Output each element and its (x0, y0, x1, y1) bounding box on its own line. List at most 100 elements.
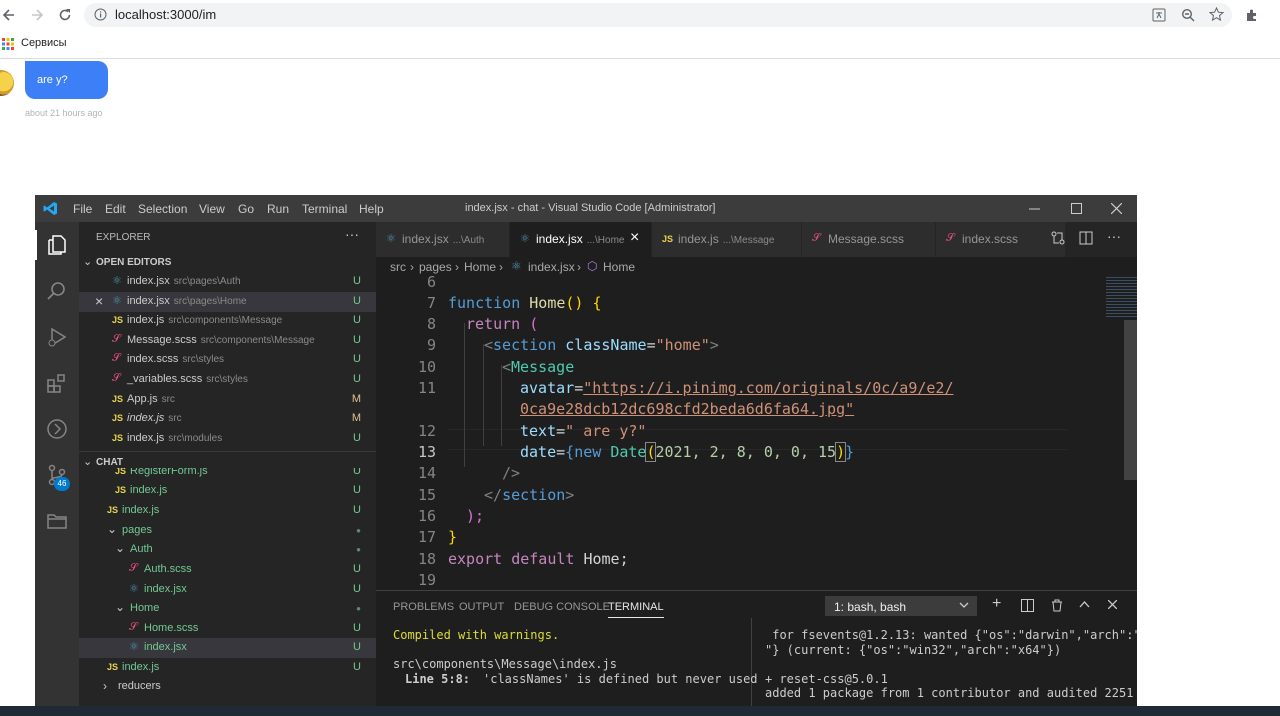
file-name: _variables.scss (127, 373, 203, 385)
breadcrumb-home[interactable]: Home (464, 260, 496, 274)
split-editor-icon[interactable] (1079, 231, 1093, 245)
git-status-badge: U (353, 294, 361, 307)
terminal-line: 'classNames' is defined but never used (483, 672, 758, 686)
breadcrumb-symbol[interactable]: Home (603, 260, 635, 274)
translate-icon[interactable] (1152, 8, 1166, 22)
address-bar[interactable]: localhost:3000/im (84, 3, 1232, 27)
vscode-window: File Edit Selection View Go Run Terminal… (35, 195, 1137, 716)
git-status-badge: U (353, 353, 361, 366)
close-editor-icon[interactable]: × (95, 293, 103, 309)
explorer-icon[interactable] (46, 234, 68, 256)
menu-terminal[interactable]: Terminal (302, 202, 347, 216)
breadcrumb-file[interactable]: index.jsx (528, 260, 575, 274)
extensions-view-icon[interactable] (46, 372, 68, 394)
panel-tab-problems[interactable]: PROBLEMS (393, 601, 454, 613)
tree-file-item[interactable]: JS index.js U (79, 481, 376, 501)
apps-grid-icon[interactable] (2, 38, 14, 50)
reload-icon[interactable] (58, 8, 72, 22)
tree-file-item[interactable]: ⚛ index.jsx U (79, 638, 376, 658)
menu-go[interactable]: Go (238, 202, 254, 216)
open-editor-item[interactable]: JS index.js src\modules U (79, 429, 376, 449)
tree-file-item[interactable]: ⚛ index.jsx U (79, 580, 376, 600)
panel-tab-output[interactable]: OUTPUT (459, 601, 504, 613)
tab-label: index.jsx (536, 232, 583, 246)
menu-file[interactable]: File (73, 202, 92, 216)
editor-scrollbar[interactable] (1124, 320, 1137, 480)
open-editor-item[interactable]: JS index.js src\components\Message U (79, 311, 376, 331)
minimize-icon[interactable] (1029, 203, 1040, 214)
code-line-7: function Home() { (448, 294, 602, 312)
tree-file-item[interactable]: JS RegisterForm.js U (79, 468, 376, 482)
bookmarks-services-link[interactable]: Сервисы (21, 37, 67, 49)
open-editor-item[interactable]: JS App.js src M (79, 390, 376, 410)
file-name: index.js (127, 412, 165, 425)
bookmarks-bar: Сервисы (0, 30, 1280, 59)
code-line-14: /> (502, 464, 521, 482)
menu-edit[interactable]: Edit (105, 202, 126, 216)
tree-file-item[interactable]: JS index.js U (79, 658, 376, 678)
star-icon[interactable] (1209, 7, 1224, 22)
terminal-line: for fsevents@1.2.13: wanted {"os":"darwi… (765, 628, 1137, 642)
editor-more-icon[interactable]: ··· (1107, 228, 1121, 244)
scss-file-icon: 𝒮 (812, 232, 821, 244)
breadcrumb-pages[interactable]: pages (419, 260, 452, 274)
open-editor-item[interactable]: × ⚛ index.jsx src\pages\Home U (79, 291, 376, 312)
breadcrumb-src[interactable]: src (390, 260, 406, 274)
back-icon[interactable] (2, 8, 16, 22)
remote-icon[interactable] (46, 418, 68, 440)
code-editor[interactable]: 6 7 8 9 10 11 12 13 14 15 16 17 18 19 function Home()… (376, 273, 1137, 590)
more-actions-icon[interactable]: ··· (345, 226, 359, 242)
menu-run[interactable]: Run (267, 202, 289, 216)
git-status-badge: U (353, 333, 361, 346)
open-editor-item[interactable]: 𝒮 _variables.scss src\styles U (79, 370, 376, 390)
trash-icon[interactable] (1051, 599, 1063, 612)
editor-tab[interactable]: 𝒮index.scss (936, 222, 1066, 257)
menu-view[interactable]: View (199, 202, 225, 216)
editor-tab[interactable]: ⚛ index.jsx ...\Auth (376, 222, 510, 257)
forward-icon[interactable] (30, 8, 44, 22)
folder-item[interactable]: ⌄ Home ● (79, 599, 376, 619)
new-terminal-icon[interactable]: + (992, 595, 1001, 613)
minimap[interactable] (1106, 277, 1137, 317)
folder-item[interactable]: ⌄ pages ● (79, 521, 376, 541)
editor-tab[interactable]: ⚛ index.jsx ...\Home × (510, 222, 652, 257)
zoom-icon[interactable] (1181, 8, 1195, 22)
tree-file-item[interactable]: 𝒮 Home.scss U (79, 619, 376, 639)
open-editors-header[interactable]: ⌄ OPEN EDITORS (79, 252, 376, 272)
close-window-icon[interactable] (1111, 203, 1122, 214)
menu-selection[interactable]: Selection (138, 202, 187, 216)
maximize-icon[interactable] (1071, 203, 1082, 214)
compare-changes-icon[interactable] (1051, 231, 1065, 245)
file-name: index.jsx (127, 275, 170, 287)
tree-file-item[interactable]: 𝒮 Auth.scss U (79, 560, 376, 580)
panel-tab-terminal[interactable]: TERMINAL (608, 601, 664, 618)
extensions-icon[interactable] (1245, 8, 1259, 22)
search-icon[interactable] (46, 280, 68, 302)
file-name: App.js (127, 392, 158, 405)
open-editor-item[interactable]: 𝒮 Message.scss src\components\Message U (79, 331, 376, 351)
js-file-icon: JS (112, 432, 124, 443)
open-editor-item[interactable]: 𝒮index.scss src\styles U (79, 350, 376, 370)
split-terminal-icon[interactable] (1021, 599, 1034, 612)
menu-help[interactable]: Help (359, 202, 384, 216)
info-icon[interactable] (94, 8, 107, 21)
open-editor-item[interactable]: JS index.js src M (79, 409, 376, 429)
run-debug-icon[interactable] (46, 326, 68, 348)
close-panel-icon[interactable] (1108, 600, 1117, 609)
close-tab-icon[interactable]: × (630, 229, 639, 247)
git-status-badge: U (353, 583, 361, 595)
line-number: 11 (417, 379, 436, 397)
editor-tab[interactable]: 𝒮 Message.scss (802, 222, 936, 257)
maximize-panel-icon[interactable] (1079, 600, 1090, 608)
folder-item[interactable]: ⌄ Auth ● (79, 540, 376, 560)
folder-view-icon[interactable] (46, 510, 68, 532)
tree-file-item[interactable]: JS index.js U (79, 501, 376, 521)
react-file-icon: ⚛ (112, 275, 122, 287)
file-name: Message.scss (127, 333, 197, 346)
code-line-11: avatar="https://i.pinimg.com/originals/0… (520, 379, 954, 397)
terminal-select[interactable]: 1: bash, bash (825, 596, 977, 616)
editor-tab[interactable]: JS index.js ...\Message (652, 222, 802, 257)
panel-tab-debug-console[interactable]: DEBUG CONSOLE (514, 601, 610, 613)
open-editor-item[interactable]: ⚛ index.jsx src\pages\Auth U (79, 272, 376, 292)
folder-item[interactable]: › reducers (79, 677, 376, 697)
